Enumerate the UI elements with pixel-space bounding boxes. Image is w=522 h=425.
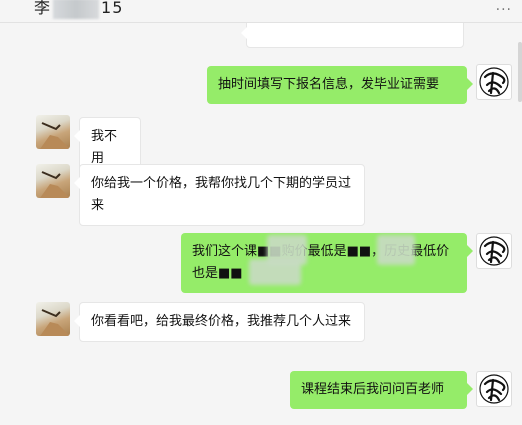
redaction-blur — [249, 259, 301, 285]
redacted-name — [53, 0, 100, 19]
chat-header: 李 15 ··· — [0, 0, 522, 23]
contact-avatar[interactable] — [36, 302, 70, 336]
calligraphy-seal-icon — [479, 236, 509, 266]
chat-title: 李 15 — [34, 0, 123, 19]
contact-avatar[interactable] — [36, 115, 70, 149]
message-bubble-sent[interactable]: 我们这个课■■购价最低是■■，历史最低价也是■■ — [181, 233, 473, 293]
contact-avatar[interactable] — [36, 164, 70, 198]
message-text: 抽时间填写下报名信息，发毕业证需要 — [218, 77, 440, 92]
message-text: 我不用 — [91, 129, 118, 166]
message-bubble-sent[interactable]: 抽时间填写下报名信息，发毕业证需要 — [207, 66, 473, 104]
message-text: 课程结束后我问问百老师 — [301, 382, 445, 397]
redaction-blur — [377, 235, 415, 265]
chat-title-suffix: 15 — [101, 0, 124, 17]
bird-on-rock-photo — [40, 122, 70, 149]
my-avatar[interactable] — [476, 233, 512, 269]
message-bubble-sent[interactable]: 课程结束后我问问百老师 — [290, 371, 473, 409]
bird-on-rock-photo — [40, 171, 70, 198]
calligraphy-seal-icon — [479, 374, 509, 404]
more-options-icon[interactable]: ··· — [496, 2, 512, 18]
message-bubble-received[interactable]: 你看看吧，给我最终价格，我推荐几个人过来 — [74, 302, 365, 342]
my-avatar[interactable] — [476, 64, 512, 100]
chat-title-prefix: 李 — [34, 0, 52, 17]
calligraphy-seal-icon — [479, 67, 509, 97]
bird-on-rock-photo — [40, 309, 70, 336]
scrollbar[interactable] — [518, 42, 522, 102]
message-text: 你看看吧，给我最终价格，我推荐几个人过来 — [91, 314, 352, 329]
my-avatar[interactable] — [476, 371, 512, 407]
message-bubble-received[interactable]: 你给我一个价格，我帮你找几个下期的学员过来 — [74, 164, 365, 226]
message-text: 你给我一个价格，我帮你找几个下期的学员过来 — [91, 176, 352, 213]
